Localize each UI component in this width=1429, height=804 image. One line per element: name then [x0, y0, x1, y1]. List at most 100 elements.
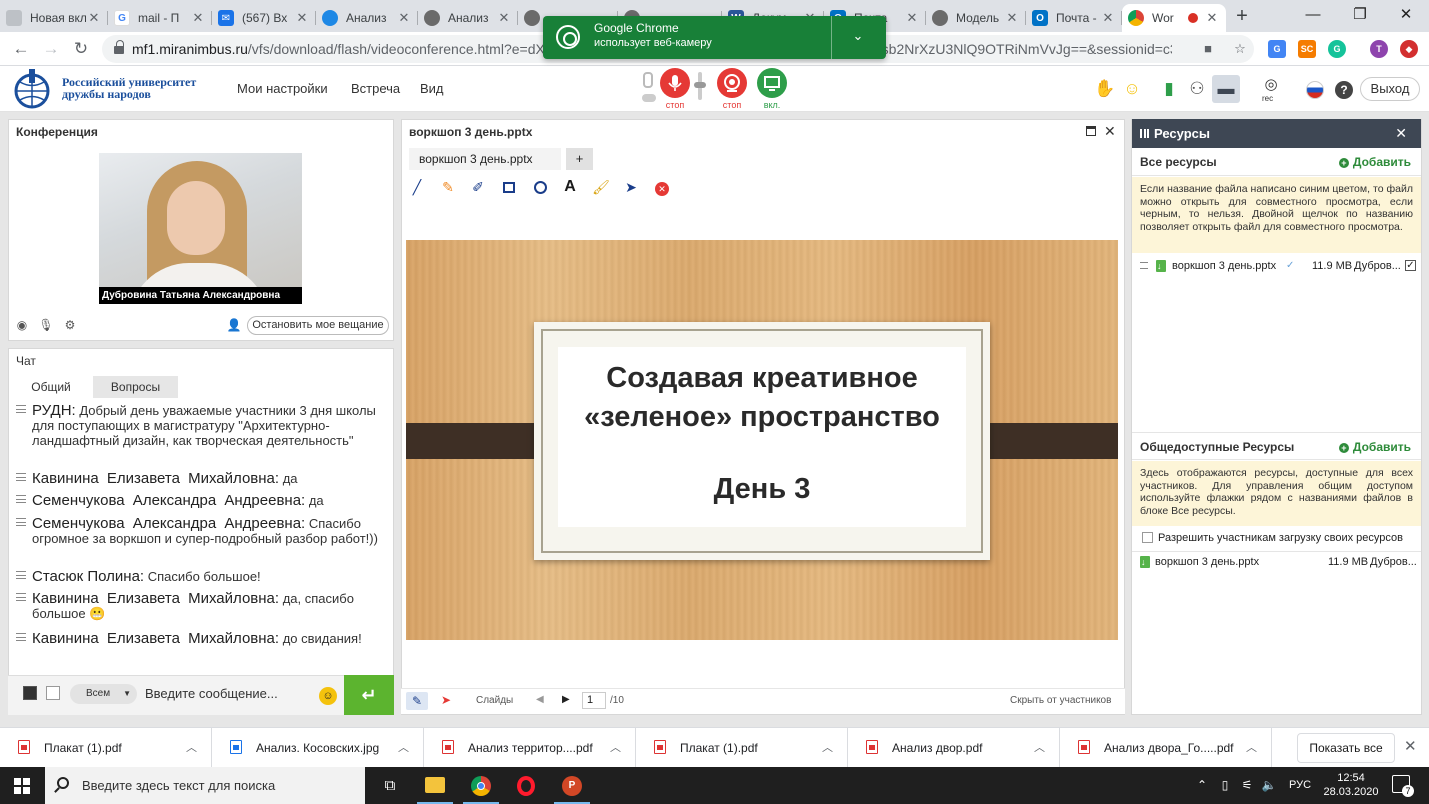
language-flag-icon[interactable]	[1306, 81, 1324, 99]
draw-mode-icon[interactable]: ✎	[406, 692, 428, 710]
pointer-icon[interactable]: ➤	[622, 178, 640, 196]
add-resource-button[interactable]: + Добавить	[1338, 148, 1411, 176]
close-icon[interactable]: ✕	[1204, 10, 1220, 26]
file-explorer-icon[interactable]	[415, 771, 455, 804]
download-item[interactable]: Анализ территор....pdf ︿	[424, 728, 636, 768]
download-item[interactable]: Анализ. Косовских.jpg ︿	[212, 728, 424, 768]
public-checkbox[interactable]: ✓	[1405, 260, 1416, 271]
microphone-stop-button[interactable]	[660, 68, 690, 98]
windows-start-icon[interactable]	[14, 778, 30, 794]
chevron-down-icon[interactable]: ⌄	[843, 28, 873, 44]
close-icon[interactable]: ✕	[1104, 123, 1116, 140]
browser-tab[interactable]: O Почта - ✕	[1026, 4, 1122, 32]
pen-icon[interactable]: ✐	[469, 178, 487, 196]
participant-settings-icon[interactable]: ⚙	[62, 318, 78, 334]
chevron-up-icon[interactable]: ︿	[1034, 728, 1045, 768]
close-icon[interactable]: ✕	[496, 10, 512, 26]
close-icon[interactable]: ✕	[1395, 119, 1407, 148]
grammarly-icon[interactable]: G	[1328, 40, 1346, 58]
message-menu-icon[interactable]	[16, 495, 26, 503]
public-file-row[interactable]: воркшоп 3 день.pptx 11.9 MB Дубров...	[1140, 554, 1418, 570]
emoji-icon[interactable]: ☺	[1121, 78, 1143, 100]
emoji-icon[interactable]: ☺	[319, 687, 337, 705]
opera-ext-icon[interactable]: ◆	[1400, 40, 1418, 58]
screen-share-button[interactable]	[757, 68, 787, 98]
folder-icon[interactable]: ▬	[1212, 75, 1240, 103]
clear-icon[interactable]: ✕	[653, 178, 671, 196]
star-icon[interactable]: ☆	[1230, 39, 1250, 59]
forward-icon[interactable]: →	[40, 38, 62, 60]
browser-tab[interactable]: Новая вклад✕	[0, 4, 108, 32]
help-icon[interactable]: ?	[1335, 81, 1353, 99]
next-slide-icon[interactable]: ▶	[562, 694, 570, 705]
text-tool-icon[interactable]: A	[561, 178, 579, 196]
message-input[interactable]: Введите сообщение...	[145, 686, 278, 701]
record-icon[interactable]: ◎	[1260, 74, 1282, 96]
close-icon[interactable]: ✕	[294, 10, 310, 26]
download-item[interactable]: Плакат (1).pdf ︿	[0, 728, 212, 768]
message-menu-icon[interactable]	[16, 593, 26, 601]
chevron-up-icon[interactable]: ︿	[1246, 728, 1257, 768]
drag-handle-icon[interactable]	[1140, 129, 1149, 138]
page-number-input[interactable]: 1	[582, 692, 606, 709]
minimize-icon[interactable]: —	[1290, 0, 1336, 32]
window-close-icon[interactable]: ✕	[1383, 0, 1429, 32]
close-icon[interactable]: ✕	[396, 10, 412, 26]
volume-handle[interactable]	[694, 82, 706, 88]
line-tool-icon[interactable]: ╱	[408, 178, 426, 196]
usb-icon[interactable]: ▯	[1216, 767, 1234, 804]
chevron-up-icon[interactable]: ︿	[822, 728, 833, 768]
new-tab-button[interactable]: +	[1232, 4, 1252, 28]
tab-general[interactable]: Общий	[16, 376, 86, 398]
language-indicator[interactable]: РУС	[1282, 767, 1318, 804]
download-item[interactable]: Анализ двор.pdf ︿	[848, 728, 1060, 768]
maximize-icon[interactable]	[1086, 126, 1096, 136]
translate-icon[interactable]: G	[1268, 40, 1286, 58]
menu-meeting[interactable]: Встреча	[351, 81, 400, 96]
browser-tab[interactable]: ✉ (567) Вх ✕	[212, 4, 316, 32]
taskbar-search[interactable]: Введите здесь текст для поиска	[45, 767, 365, 804]
taskbar-clock[interactable]: 12:54 28.03.2020	[1323, 771, 1379, 799]
stop-broadcast-button[interactable]: Остановить мое вещание	[247, 316, 389, 335]
presentation-slide[interactable]: Создавая креативное «зеленое» пространств…	[406, 240, 1118, 640]
drag-handle-icon[interactable]	[1140, 262, 1148, 269]
show-all-downloads-button[interactable]: Показать все	[1297, 733, 1395, 763]
chevron-up-icon[interactable]: ︿	[186, 728, 197, 768]
resource-file-row[interactable]: воркшоп 3 день.pptx ✓ 11.9 MB Дубров... …	[1140, 258, 1418, 274]
back-icon[interactable]: ←	[10, 38, 32, 60]
download-item[interactable]: Плакат (1).pdf ︿	[636, 728, 848, 768]
tab-questions[interactable]: Вопросы	[93, 376, 178, 398]
message-menu-icon[interactable]	[16, 405, 26, 413]
participant-video[interactable]: Дубровина Татьяна Александровна	[99, 153, 302, 304]
add-tab-button[interactable]: +	[566, 148, 593, 170]
maximize-icon[interactable]: ❐	[1337, 0, 1383, 32]
rectangle-tool-icon[interactable]	[500, 178, 518, 196]
browser-tab[interactable]: Анализ ✕	[418, 4, 518, 32]
profile-avatar[interactable]: T	[1370, 40, 1388, 58]
network-icon[interactable]: ⚟	[1238, 767, 1256, 804]
download-item[interactable]: Анализ двора_Го.....pdf ︿	[1060, 728, 1272, 768]
browser-tab[interactable]: Gmail - П ✕	[108, 4, 212, 32]
allow-upload-checkbox[interactable]	[1142, 532, 1153, 543]
network-icon[interactable]: ⚇	[1186, 78, 1208, 100]
raise-hand-icon[interactable]: ✋	[1094, 78, 1116, 100]
volume-icon[interactable]: 🔈	[1260, 767, 1278, 804]
sc-icon[interactable]: SC	[1298, 40, 1316, 58]
mic-settings-icon[interactable]: 🎙	[38, 318, 54, 334]
recipient-select[interactable]: Всем ▼	[70, 684, 137, 704]
highlighter-icon[interactable]: ✎	[439, 178, 457, 196]
add-public-resource-button[interactable]: + Добавить	[1338, 433, 1411, 461]
close-icon[interactable]: ✕	[904, 10, 920, 26]
reload-icon[interactable]: ↻	[70, 38, 92, 60]
chrome-taskbar-icon[interactable]	[461, 771, 501, 804]
background-color-icon[interactable]	[46, 686, 60, 700]
slides-label[interactable]: Слайды	[476, 695, 513, 706]
close-icon[interactable]: ✕	[190, 10, 206, 26]
stats-icon[interactable]: ▮	[1158, 78, 1180, 100]
hide-from-participants-link[interactable]: Скрыть от участников	[1010, 695, 1111, 706]
menu-view[interactable]: Вид	[420, 81, 444, 96]
text-color-icon[interactable]	[23, 686, 37, 700]
ellipse-tool-icon[interactable]	[531, 178, 549, 196]
message-menu-icon[interactable]	[16, 518, 26, 526]
close-icon[interactable]: ✕	[1100, 10, 1116, 26]
